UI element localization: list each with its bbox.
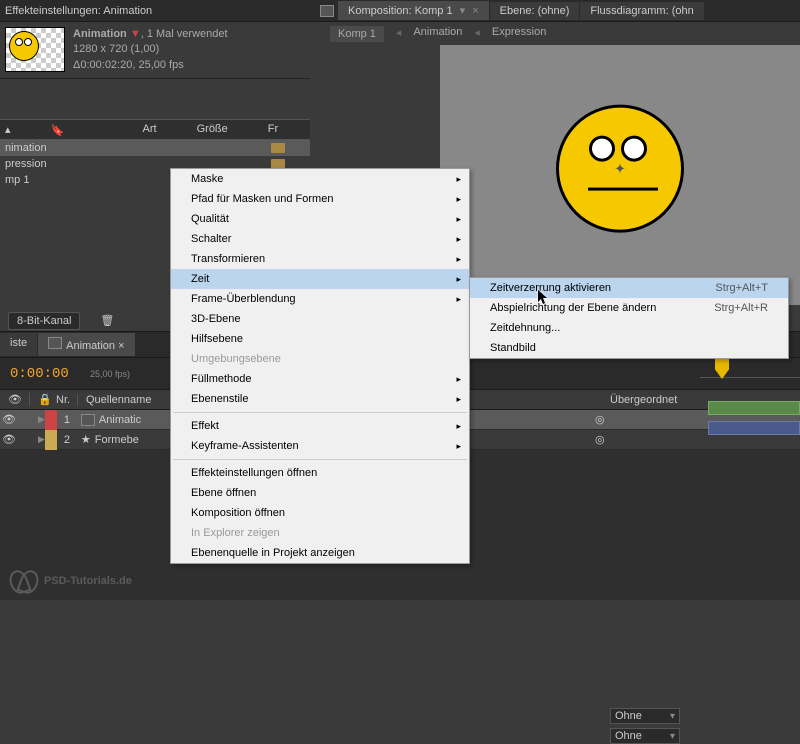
list-header[interactable]: ▴ 🔖 Art Größe Fr <box>0 119 310 140</box>
effects-panel-header: Effekteinstellungen: Animation <box>0 0 310 22</box>
parent-dropdown[interactable]: Ohne <box>610 708 680 724</box>
comp-icon <box>81 414 95 426</box>
smiley-eye-right <box>621 136 647 162</box>
current-timecode[interactable]: 0:00:00 <box>0 366 90 382</box>
menu-item-in-explorer-zeigen: In Explorer zeigen <box>171 523 469 543</box>
smiley-eye-left <box>589 136 615 162</box>
layer-track-2[interactable] <box>700 418 800 438</box>
menu-item-transformieren[interactable]: Transformieren <box>171 249 469 269</box>
menu-item-komposition-ffnen[interactable]: Komposition öffnen <box>171 503 469 523</box>
menu-item-zeit[interactable]: Zeit <box>171 269 469 289</box>
tab-close-icon[interactable]: × <box>472 5 478 17</box>
breadcrumb-animation[interactable]: Animation <box>413 26 462 42</box>
tab-iste[interactable]: iste <box>0 333 37 356</box>
breadcrumb-komp1[interactable]: Komp 1 <box>330 26 384 42</box>
viewer-breadcrumb: Komp 1 ◂ Animation ◂ Expression <box>310 22 800 46</box>
effects-title: Effekteinstellungen: Animation <box>5 5 152 17</box>
layer-context-menu: MaskePfad für Masken und FormenQualitätS… <box>170 168 470 564</box>
layer-color-swatch[interactable] <box>45 430 57 450</box>
menu-item-qualit-t[interactable]: Qualität <box>171 209 469 229</box>
menu-item-f-llmethode[interactable]: Füllmethode <box>171 369 469 389</box>
breadcrumb-expression[interactable]: Expression <box>492 26 546 42</box>
menu-item-keyframe-assistenten[interactable]: Keyframe-Assistenten <box>171 436 469 456</box>
menu-item-effekt[interactable]: Effekt <box>171 416 469 436</box>
layer-name[interactable]: Animatic <box>99 414 141 426</box>
menu-item-schalter[interactable]: Schalter <box>171 229 469 249</box>
tab-ebene[interactable]: Ebene: (ohne) <box>490 2 580 20</box>
submenu-item-abspielrichtung-der-ebene-ndern[interactable]: Abspielrichtung der Ebene ändernStrg+Alt… <box>470 298 788 318</box>
layer-color-swatch[interactable] <box>45 410 57 430</box>
zeit-submenu: Zeitverzerrung aktivierenStrg+Alt+TAbspi… <box>469 277 789 359</box>
visibility-icon[interactable]: 👁 <box>0 433 18 446</box>
trash-icon[interactable]: 🗑 <box>100 314 114 327</box>
menu-item-maske[interactable]: Maske <box>171 169 469 189</box>
mouse-cursor <box>538 290 554 306</box>
comp-thumbnail[interactable] <box>5 27 65 72</box>
smiley-layer[interactable]: ✦ <box>556 105 684 233</box>
submenu-item-standbild[interactable]: Standbild <box>470 338 788 358</box>
visibility-icon[interactable]: 👁 <box>0 413 18 426</box>
fps-label: 25,00 fps) <box>90 369 130 379</box>
twirl-icon[interactable]: ▶ <box>38 414 45 425</box>
menu-item-ebenenquelle-in-projekt-anzeigen[interactable]: Ebenenquelle in Projekt anzeigen <box>171 543 469 563</box>
submenu-item-zeitdehnung-[interactable]: Zeitdehnung... <box>470 318 788 338</box>
star-icon: ★ <box>81 433 91 446</box>
menu-item-effekteinstellungen-ffnen[interactable]: Effekteinstellungen öffnen <box>171 463 469 483</box>
pickwhip-icon[interactable]: ◎ <box>595 413 605 426</box>
layer-number: 2 <box>57 434 77 446</box>
viewer-tabs: Komposition: Komp 1 ▾ × Ebene: (ohne) Fl… <box>310 0 800 22</box>
parent-dropdown[interactable]: Ohne <box>610 728 680 744</box>
comp-info-text: Animation ▼, 1 Mal verwendet 1280 x 720 … <box>73 27 228 73</box>
viewer-canvas[interactable]: ✦ <box>440 45 800 305</box>
layer-track-1[interactable] <box>700 398 800 418</box>
bitdepth-button[interactable]: 8-Bit-Kanal <box>8 312 80 330</box>
twirl-icon[interactable]: ▶ <box>38 434 45 445</box>
project-info: Animation ▼, 1 Mal verwendet 1280 x 720 … <box>0 22 310 79</box>
menu-item-umgebungsebene: Umgebungsebene <box>171 349 469 369</box>
menu-item--d-ebene[interactable]: 3D-Ebene <box>171 309 469 329</box>
tab-komposition[interactable]: Komposition: Komp 1 ▾ × <box>338 1 489 20</box>
chevron-left-icon: ◂ <box>396 26 402 42</box>
layer-name[interactable]: Formebe <box>95 434 139 446</box>
chevron-left-icon: ◂ <box>474 26 480 42</box>
menu-item-ebenenstile[interactable]: Ebenenstile <box>171 389 469 409</box>
smiley-mouth <box>588 188 658 191</box>
menu-item-ebene-ffnen[interactable]: Ebene öffnen <box>171 483 469 503</box>
pickwhip-icon[interactable]: ◎ <box>595 433 605 446</box>
tab-animation-timeline[interactable]: Animation × <box>38 333 134 356</box>
menu-item-pfad-f-r-masken-und-formen[interactable]: Pfad für Masken und Formen <box>171 189 469 209</box>
watermark: PSD-Tutorials.de <box>10 570 132 592</box>
submenu-item-zeitverzerrung-aktivieren[interactable]: Zeitverzerrung aktivierenStrg+Alt+T <box>470 278 788 298</box>
project-item-animation[interactable]: nimation <box>0 140 310 156</box>
layer-number: 1 <box>57 414 77 426</box>
comp-icon <box>320 5 334 17</box>
tab-flussdiagramm[interactable]: Flussdiagramm: (ohn <box>580 2 703 20</box>
tab-dropdown-icon[interactable]: ▾ <box>460 5 466 17</box>
anchor-point-icon[interactable]: ✦ <box>614 163 626 175</box>
col-parent: Übergeordnet <box>610 394 677 406</box>
menu-item-hilfsebene[interactable]: Hilfsebene <box>171 329 469 349</box>
menu-item-frame-berblendung[interactable]: Frame-Überblendung <box>171 289 469 309</box>
tab-close-icon[interactable]: × <box>118 340 124 352</box>
butterfly-icon <box>10 570 38 592</box>
folder-icon <box>271 143 285 153</box>
